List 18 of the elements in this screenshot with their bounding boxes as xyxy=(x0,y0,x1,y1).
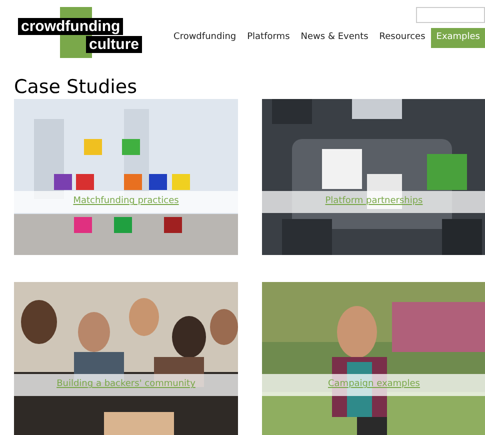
nav-link[interactable]: Platforms xyxy=(242,28,295,48)
logo-text: crowdfunding xyxy=(18,18,124,35)
page-heading: Case Studies xyxy=(14,76,138,98)
case-study-card[interactable]: Campaign examples xyxy=(262,282,485,435)
case-study-card[interactable]: Building a backers' community xyxy=(14,282,238,435)
logo[interactable]: crowdfunding culture xyxy=(18,7,148,58)
case-study-link[interactable]: Matchfunding practices xyxy=(73,195,179,209)
nav-link[interactable]: News & Events xyxy=(296,28,374,48)
case-study-link[interactable]: Building a backers' community xyxy=(56,378,196,392)
case-study-link[interactable]: Campaign examples xyxy=(328,378,420,392)
nav-link[interactable]: Examples xyxy=(431,28,485,48)
case-study-card[interactable]: Platform partnerships xyxy=(262,99,485,255)
case-study-card[interactable]: Matchfunding practices xyxy=(14,99,238,255)
nav-link[interactable]: Resources xyxy=(374,28,430,48)
logo-text: culture xyxy=(86,36,142,53)
case-study-link[interactable]: Platform partnerships xyxy=(325,195,423,209)
search-field[interactable] xyxy=(416,7,485,23)
nav-link[interactable]: Crowdfunding xyxy=(168,28,242,48)
